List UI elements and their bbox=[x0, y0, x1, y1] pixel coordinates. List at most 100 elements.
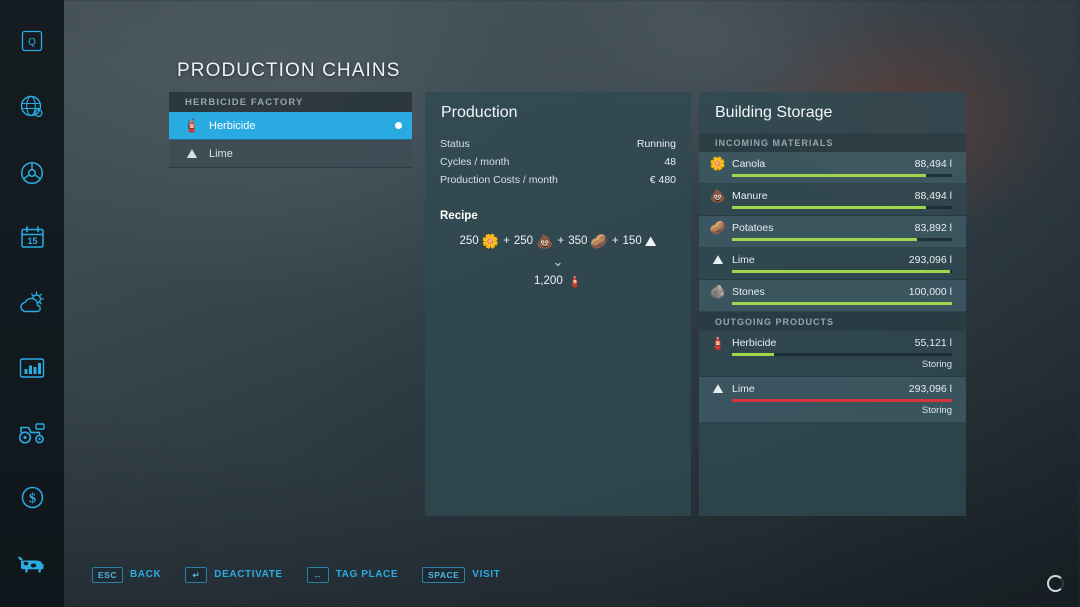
storage-row-top: 💩 Manure 88,494 l bbox=[709, 189, 952, 202]
manure-icon: 💩 bbox=[709, 189, 727, 202]
sidebar-item-weather[interactable] bbox=[8, 280, 56, 325]
storage-row-top: 🧯 Herbicide 55,121 l bbox=[709, 336, 952, 349]
list-item-label: Herbicide bbox=[209, 120, 395, 132]
stat-label: Production Costs / month bbox=[440, 174, 558, 186]
storage-bar-track bbox=[732, 353, 952, 356]
storage-bar-track bbox=[732, 270, 952, 273]
herbicide-bottle-icon: 🧯 bbox=[709, 336, 727, 349]
canola-icon: 🌼 bbox=[482, 234, 499, 248]
key-q-icon: Q bbox=[21, 30, 43, 52]
factory-list-header: HERBICIDE FACTORY bbox=[169, 92, 412, 112]
storage-item-amount: 83,892 l bbox=[915, 222, 952, 234]
hint-label: BACK bbox=[130, 569, 161, 580]
factory-list-panel: HERBICIDE FACTORY 🧯 Herbicide ⛰ Lime bbox=[169, 92, 412, 168]
svg-text:$: $ bbox=[29, 492, 36, 507]
weather-sun-cloud-icon bbox=[19, 290, 46, 315]
sidebar-item-calendar[interactable]: 15 bbox=[8, 215, 56, 260]
table-row[interactable]: 🪨 Stones 100,000 l bbox=[699, 280, 966, 312]
storage-row-top: 🪨 Stones 100,000 l bbox=[709, 285, 952, 298]
svg-text:15: 15 bbox=[27, 236, 37, 246]
sidebar-item-map[interactable] bbox=[8, 84, 56, 129]
key-enter-icon: ↵ bbox=[185, 567, 207, 584]
table-row[interactable]: 🌼 Canola 88,494 l bbox=[699, 152, 966, 184]
storage-item-name: Canola bbox=[732, 158, 915, 170]
recipe-input-lime: 150 ⛰ bbox=[623, 234, 657, 248]
hint-label: DEACTIVATE bbox=[214, 569, 282, 580]
list-item-lime[interactable]: ⛰ Lime bbox=[169, 140, 412, 168]
sidebar-item-help[interactable]: Q bbox=[8, 18, 56, 63]
hint-label: VISIT bbox=[472, 569, 500, 580]
list-item-label: Lime bbox=[209, 148, 402, 160]
stat-label: Status bbox=[440, 138, 470, 150]
status-badge: Storing bbox=[709, 405, 952, 416]
storage-bar-fill bbox=[732, 302, 952, 305]
recipe-input-canola: 250 🌼 bbox=[460, 234, 500, 248]
storage-bar-fill bbox=[732, 399, 952, 402]
table-row[interactable]: 🥔 Potatoes 83,892 l bbox=[699, 216, 966, 248]
globe-icon bbox=[19, 94, 45, 120]
svg-text:Q: Q bbox=[28, 37, 36, 48]
storage-item-amount: 88,494 l bbox=[915, 158, 952, 170]
stones-icon: 🪨 bbox=[709, 285, 727, 298]
hint-visit[interactable]: SPACE VISIT bbox=[422, 567, 500, 584]
storage-row-top: ⛰ Lime 293,096 l bbox=[709, 382, 952, 395]
tractor-icon bbox=[18, 421, 47, 444]
storage-bar-track bbox=[732, 238, 952, 241]
outgoing-products-header: OUTGOING PRODUCTS bbox=[699, 312, 966, 331]
storage-item-name: Manure bbox=[732, 190, 915, 202]
building-storage-panel: Building Storage INCOMING MATERIALS 🌼 Ca… bbox=[699, 92, 966, 516]
table-row[interactable]: ⛰ Lime 293,096 l bbox=[699, 248, 966, 280]
sidebar-item-vehicles[interactable] bbox=[8, 150, 56, 195]
stat-row-cycles: Cycles / month 48 bbox=[440, 156, 676, 168]
key-esc-icon: ESC bbox=[92, 567, 123, 584]
table-row[interactable]: 💩 Manure 88,494 l bbox=[699, 184, 966, 216]
loading-spinner-icon bbox=[1047, 575, 1064, 592]
recipe-input-potatoes: 350 🥔 bbox=[568, 234, 608, 248]
storage-bar-fill bbox=[732, 174, 926, 177]
lime-icon: ⛰ bbox=[709, 382, 727, 395]
page-title: PRODUCTION CHAINS bbox=[177, 60, 401, 82]
production-panel-title: Production bbox=[425, 92, 691, 133]
production-panel: Production Status Running Cycles / month… bbox=[425, 92, 691, 516]
lime-pile-icon: ⛰ bbox=[183, 147, 201, 160]
lime-icon: ⛰ bbox=[645, 234, 657, 248]
list-item-herbicide[interactable]: 🧯 Herbicide bbox=[169, 112, 412, 140]
recipe-inputs: 250 🌼 + 250 💩 + 350 🥔 + 150 ⛰ bbox=[440, 234, 676, 248]
hint-label: TAG PLACE bbox=[336, 569, 398, 580]
storage-panel-title: Building Storage bbox=[699, 92, 966, 133]
cow-icon bbox=[17, 552, 47, 574]
storage-item-name: Stones bbox=[732, 286, 909, 298]
hint-deactivate[interactable]: ↵ DEACTIVATE bbox=[185, 567, 282, 584]
sidebar: Q 15 $ bbox=[0, 0, 64, 607]
table-row[interactable]: 🧯 Herbicide 55,121 l Storing bbox=[699, 331, 966, 377]
recipe-input-amount: 150 bbox=[623, 235, 642, 247]
storage-bar-fill bbox=[732, 206, 926, 209]
storage-row-top: 🌼 Canola 88,494 l bbox=[709, 157, 952, 170]
storage-row-top: ⛰ Lime 293,096 l bbox=[709, 253, 952, 266]
hint-tag-place[interactable]: ↔ TAG PLACE bbox=[307, 567, 398, 584]
recipe-output: 1,200 🧯 bbox=[440, 274, 676, 288]
stat-row-status: Status Running bbox=[440, 138, 676, 150]
manure-icon: 💩 bbox=[536, 234, 553, 248]
storage-item-name: Herbicide bbox=[732, 337, 915, 349]
plus-sign: + bbox=[557, 235, 564, 247]
table-row[interactable]: ⛰ Lime 293,096 l Storing bbox=[699, 377, 966, 423]
storage-item-amount: 88,494 l bbox=[915, 190, 952, 202]
storage-item-amount: 55,121 l bbox=[915, 337, 952, 349]
hint-back[interactable]: ESC BACK bbox=[92, 567, 161, 584]
stat-value: 48 bbox=[664, 156, 676, 168]
key-arrows-icon: ↔ bbox=[307, 567, 329, 584]
storage-bar-track bbox=[732, 206, 952, 209]
storage-row-top: 🥔 Potatoes 83,892 l bbox=[709, 221, 952, 234]
plus-sign: + bbox=[612, 235, 619, 247]
steering-wheel-icon bbox=[19, 160, 45, 186]
sidebar-item-finances[interactable]: $ bbox=[8, 475, 56, 520]
lime-icon: ⛰ bbox=[709, 253, 727, 266]
herbicide-bottle-icon: 🧯 bbox=[183, 119, 201, 132]
production-panel-body: Status Running Cycles / month 48 Product… bbox=[425, 133, 691, 288]
status-badge: Storing bbox=[709, 359, 952, 370]
sidebar-item-animals[interactable] bbox=[8, 540, 56, 585]
sidebar-item-statistics[interactable] bbox=[8, 345, 56, 390]
sidebar-item-garage[interactable] bbox=[8, 410, 56, 455]
storage-item-name: Lime bbox=[732, 254, 909, 266]
